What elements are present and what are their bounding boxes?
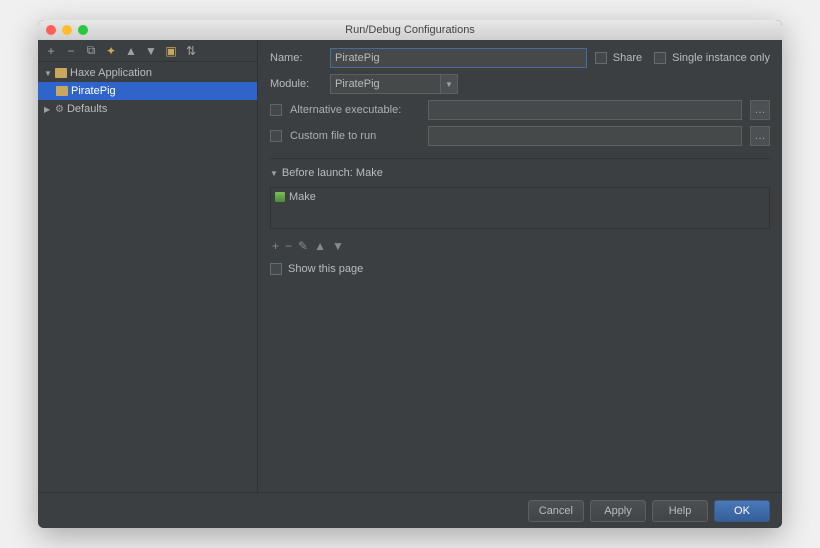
down-icon[interactable]: ▼ (332, 239, 344, 253)
module-row: Module: ▼ (270, 74, 770, 94)
single-instance-checkbox[interactable] (654, 52, 666, 64)
custom-file-checkbox[interactable] (270, 130, 282, 142)
alt-exec-input[interactable] (428, 100, 742, 120)
dialog-footer: Cancel Apply Help OK (38, 492, 782, 528)
show-page-checkbox[interactable] (270, 263, 282, 275)
form-panel: Name: Share Single instance only (258, 40, 782, 492)
show-page-label: Show this page (288, 263, 363, 275)
main-area: + − ⧉ ✦ ▲ ▼ ▣ ⇅ ▼ Haxe Application (38, 40, 782, 492)
folder-icon[interactable]: ▣ (164, 44, 178, 58)
custom-file-label: Custom file to run (290, 130, 420, 142)
down-icon[interactable]: ▼ (144, 44, 158, 58)
custom-file-row: Custom file to run … (270, 126, 770, 146)
dialog-body: + − ⧉ ✦ ▲ ▼ ▣ ⇅ ▼ Haxe Application (38, 40, 782, 528)
collapse-icon: ▼ (270, 169, 278, 178)
before-launch-title: Before launch: Make (282, 167, 383, 179)
name-label: Name: (270, 52, 322, 64)
list-item[interactable]: Make (271, 188, 769, 206)
sidebar: + − ⧉ ✦ ▲ ▼ ▣ ⇅ ▼ Haxe Application (38, 40, 258, 492)
name-input[interactable] (330, 48, 587, 68)
gears-icon: ⚙ (55, 104, 64, 115)
browse-button[interactable]: … (750, 126, 770, 146)
make-icon (275, 192, 285, 202)
settings-icon[interactable]: ✦ (104, 44, 118, 58)
config-tree: ▼ Haxe Application PiratePig ▶ ⚙ Default… (38, 62, 257, 492)
module-input[interactable] (330, 74, 440, 94)
list-toolbar: + − ✎ ▲ ▼ (270, 235, 770, 257)
help-button[interactable]: Help (652, 500, 708, 522)
add-icon[interactable]: + (272, 239, 279, 253)
ok-button[interactable]: OK (714, 500, 770, 522)
name-row: Name: Share Single instance only (270, 48, 770, 68)
tree-node-piratepig[interactable]: PiratePig (38, 82, 257, 100)
add-icon[interactable]: + (44, 44, 58, 58)
copy-icon[interactable]: ⧉ (84, 44, 98, 58)
sidebar-toolbar: + − ⧉ ✦ ▲ ▼ ▣ ⇅ (38, 40, 257, 62)
before-launch-header[interactable]: ▼ Before launch: Make (270, 167, 770, 179)
tree-label: Haxe Application (70, 67, 152, 79)
list-item-label: Make (289, 191, 316, 203)
expand-icon: ▶ (44, 105, 52, 114)
show-page-row: Show this page (270, 263, 770, 275)
dialog-window: Run/Debug Configurations + − ⧉ ✦ ▲ ▼ ▣ ⇅… (38, 20, 782, 528)
folder-icon (56, 86, 68, 96)
up-icon[interactable]: ▲ (314, 239, 326, 253)
tree-label: PiratePig (71, 85, 116, 97)
tree-node-haxe-application[interactable]: ▼ Haxe Application (38, 64, 257, 82)
custom-file-input[interactable] (428, 126, 742, 146)
share-label: Share (613, 52, 642, 64)
folder-icon (55, 68, 67, 78)
collapse-icon[interactable]: ⇅ (184, 44, 198, 58)
titlebar: Run/Debug Configurations (38, 20, 782, 40)
alt-exec-checkbox[interactable] (270, 104, 282, 116)
cancel-button[interactable]: Cancel (528, 500, 584, 522)
module-select[interactable]: ▼ (330, 74, 458, 94)
divider (270, 158, 770, 159)
single-instance-label: Single instance only (672, 52, 770, 64)
apply-button[interactable]: Apply (590, 500, 646, 522)
alt-exec-label: Alternative executable: (290, 104, 420, 116)
edit-icon[interactable]: ✎ (298, 239, 308, 253)
browse-button[interactable]: … (750, 100, 770, 120)
alt-exec-row: Alternative executable: … (270, 100, 770, 120)
chevron-down-icon[interactable]: ▼ (440, 74, 458, 94)
right-checks: Share Single instance only (595, 52, 770, 64)
expand-icon: ▼ (44, 69, 52, 78)
module-label: Module: (270, 78, 322, 90)
up-icon[interactable]: ▲ (124, 44, 138, 58)
tree-label: Defaults (67, 103, 107, 115)
remove-icon[interactable]: − (285, 239, 292, 253)
before-launch-list: Make (270, 187, 770, 229)
window-title: Run/Debug Configurations (38, 24, 782, 36)
share-checkbox[interactable] (595, 52, 607, 64)
remove-icon[interactable]: − (64, 44, 78, 58)
tree-node-defaults[interactable]: ▶ ⚙ Defaults (38, 100, 257, 118)
